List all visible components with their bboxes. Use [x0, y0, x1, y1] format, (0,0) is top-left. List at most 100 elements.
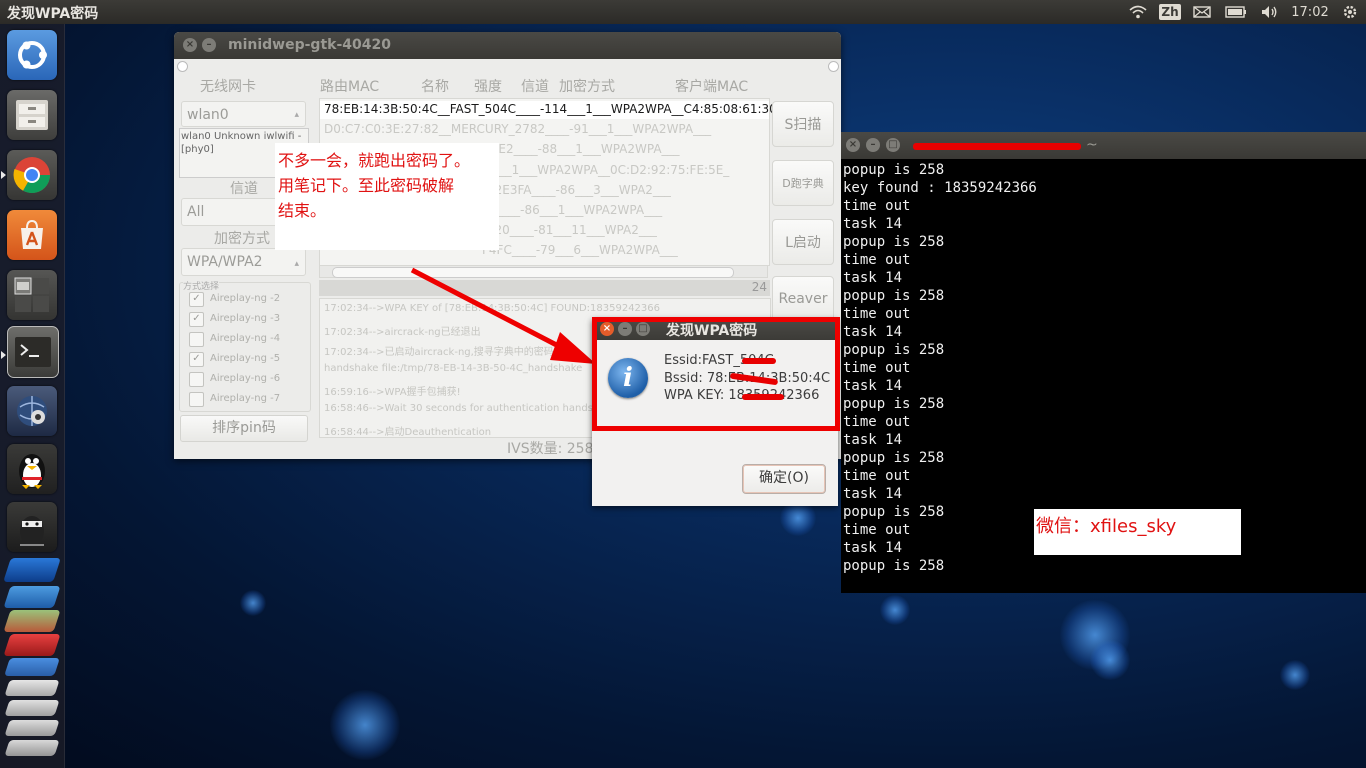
network-row[interactable]: _62E3FA____-86___3___WPA2___: [481, 183, 671, 197]
ivs-count: IVS数量: 258: [507, 441, 594, 457]
window-title: minidwep-gtk-40420: [228, 37, 391, 53]
network-row[interactable]: 78:EB:14:3B:50:4C__FAST_504C____-114___1…: [324, 102, 777, 116]
encryption-select[interactable]: WPA/WPA2 ▴: [181, 248, 306, 276]
column-header[interactable]: 路由MAC: [320, 76, 379, 96]
qq-penguin-icon[interactable]: [7, 444, 57, 494]
wireless-card-label: 无线网卡: [200, 79, 256, 95]
updown-arrow-icon: ▴: [294, 110, 299, 120]
network-row[interactable]: F4FC____-79___6___WPA2WPA___: [482, 243, 678, 257]
mail-icon[interactable]: [1190, 0, 1214, 24]
terminal-title-suffix: ~: [1086, 137, 1098, 153]
battery-icon[interactable]: [1222, 0, 1250, 24]
wallpaper-bokeh: [1090, 640, 1130, 680]
terminal-line: time out: [843, 198, 911, 214]
updown-arrow-icon: ▴: [294, 259, 299, 269]
method-checkbox[interactable]: [189, 392, 204, 407]
column-header[interactable]: 强度: [474, 76, 502, 96]
iface-select[interactable]: wlan0 ▴: [181, 101, 306, 127]
annotation-line: 不多一会，就跑出密码了。: [278, 151, 471, 170]
method-checkbox[interactable]: ✓: [189, 352, 204, 367]
terminal-line: task 14: [843, 540, 903, 556]
method-label: Aireplay-ng -7: [210, 393, 281, 404]
annotation-arrow: [410, 267, 596, 364]
wallpaper-bokeh: [240, 590, 266, 616]
method-label: Aireplay-ng -3: [210, 313, 281, 324]
wallpaper-bokeh: [330, 690, 400, 760]
network-row[interactable]: -86___1___WPA2WPA__0C:D2:92:75:FE:5E_: [474, 163, 729, 177]
running-indicator: [1, 171, 6, 179]
terminal-line: task 14: [843, 432, 903, 448]
terminal-line: popup is 258: [843, 504, 945, 520]
method-checkbox[interactable]: ✓: [189, 292, 204, 307]
column-header[interactable]: 信道: [521, 76, 549, 96]
terminal-line: task 14: [843, 270, 903, 286]
terminal-line: time out: [843, 252, 911, 268]
volume-icon[interactable]: [1258, 0, 1282, 24]
terminal-line: time out: [843, 306, 911, 322]
corner-handle: [828, 61, 839, 72]
window-titlebar[interactable]: × – minidwep-gtk-40420: [174, 32, 841, 59]
highlight-box: [592, 317, 840, 431]
terminal-line: popup is 258: [843, 342, 945, 358]
column-header[interactable]: 客户端MAC: [675, 76, 748, 96]
wallpaper-bokeh: [1280, 660, 1310, 690]
redacted-title: [913, 143, 1081, 150]
method-label: Aireplay-ng -5: [210, 353, 281, 364]
scan-button[interactable]: S扫描: [772, 101, 834, 147]
close-icon[interactable]: ×: [846, 138, 860, 152]
terminal-line: task 14: [843, 378, 903, 394]
terminal-line: popup is 258: [843, 162, 945, 178]
terminal-line: key found : 18359242366: [843, 180, 1037, 196]
launcher-app-stack[interactable]: [3, 558, 61, 768]
launch-button[interactable]: L启动: [772, 219, 834, 265]
method-checkbox[interactable]: [189, 332, 204, 347]
terminal-line: popup is 258: [843, 288, 945, 304]
corner-handle: [177, 61, 188, 72]
column-header[interactable]: 名称: [421, 76, 449, 96]
column-header[interactable]: 加密方式: [559, 76, 615, 96]
network-row[interactable]: CE2____-88___1___WPA2WPA___: [490, 142, 680, 156]
log-line: 16:58:46-->Wait 30 seconds for authentic…: [324, 403, 617, 414]
reaver-button[interactable]: Reaver: [772, 276, 834, 322]
workspace-switcher-icon[interactable]: [7, 270, 57, 320]
terminal-line: time out: [843, 468, 911, 484]
inkscape-ninja-icon[interactable]: [7, 502, 57, 552]
terminal-line: popup is 258: [843, 450, 945, 466]
dictionary-button[interactable]: D跑字典: [772, 160, 834, 206]
method-label: Aireplay-ng -6: [210, 373, 281, 384]
encryption-label: 加密方式: [214, 231, 270, 247]
close-icon[interactable]: ×: [183, 38, 197, 52]
method-checkbox[interactable]: ✓: [189, 312, 204, 327]
minimize-icon[interactable]: –: [202, 38, 216, 52]
dash-home-icon[interactable]: [7, 30, 57, 80]
log-line: 16:58:44-->启动Deauthentication: [324, 427, 492, 438]
terminal-line: popup is 258: [843, 234, 945, 250]
maximize-icon[interactable]: □: [886, 138, 900, 152]
top-panel: 发现WPA密码 Zh 17:02: [0, 0, 1366, 24]
wifi-icon[interactable]: [1126, 0, 1150, 24]
software-center-icon[interactable]: [7, 210, 57, 260]
chromium-icon[interactable]: [7, 150, 57, 200]
method-checkbox[interactable]: [189, 372, 204, 387]
terminal-titlebar[interactable]: × – □ ~: [841, 132, 1366, 159]
sort-pin-button[interactable]: 排序pin码: [180, 415, 308, 442]
wallpaper-bokeh: [880, 595, 910, 625]
log-line: 16:59:16-->WPA握手包捕获!: [324, 387, 461, 398]
network-row[interactable]: D0:C7:C0:3E:27:82__MERCURY_2782____-91__…: [324, 122, 711, 136]
method-label: Aireplay-ng -2: [210, 293, 281, 304]
annotation-note: 不多一会，就跑出密码了。 用笔记下。至此密码破解 结束。: [275, 143, 499, 250]
terminal-line: time out: [843, 414, 911, 430]
ok-button[interactable]: 确定(O): [742, 464, 826, 494]
terminal-icon[interactable]: [7, 326, 59, 378]
clock[interactable]: 17:02: [1288, 0, 1332, 24]
terminal-line: popup is 258: [843, 558, 945, 574]
network-tool-icon[interactable]: [7, 386, 57, 436]
minimize-icon[interactable]: –: [866, 138, 880, 152]
power-gear-icon[interactable]: [1338, 0, 1362, 24]
wechat-note: 微信：xfiles_sky: [1034, 509, 1241, 555]
files-icon[interactable]: [7, 90, 57, 140]
annotation-line: 结束。: [278, 201, 327, 220]
input-method-indicator[interactable]: Zh: [1158, 0, 1182, 24]
terminal-line: task 14: [843, 486, 903, 502]
attack-method-group: 方式选择 ✓ Aireplay-ng -2 ✓ Aireplay-ng -3 Airep…: [179, 279, 311, 412]
